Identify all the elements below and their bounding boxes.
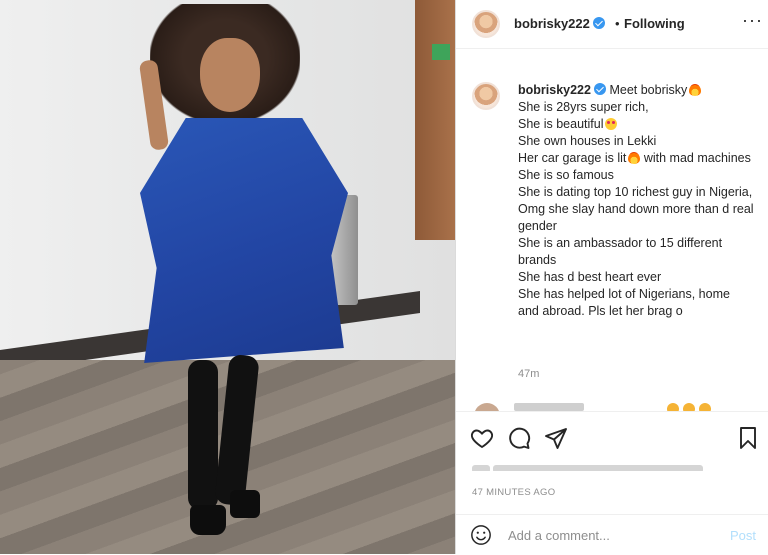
photo-exit-sign bbox=[432, 44, 450, 60]
emoji-icon bbox=[683, 403, 695, 411]
liker-avatar-placeholder bbox=[472, 464, 490, 471]
caption-line-10: She is an ambassador to 15 different bra… bbox=[518, 236, 723, 267]
fire-emoji-icon bbox=[689, 84, 702, 96]
caption-line-5: Her car garage is lit bbox=[518, 151, 627, 165]
header-username[interactable]: bobrisky222 bbox=[514, 16, 605, 31]
caption-line-9: Omg she slay hand down more than d real … bbox=[518, 202, 754, 233]
action-bar bbox=[456, 411, 768, 462]
verified-badge-icon bbox=[593, 83, 606, 95]
verified-badge-icon bbox=[592, 17, 605, 29]
caption-line-1: Meet bobrisky bbox=[609, 83, 688, 97]
caption-line-6: with mad machines bbox=[643, 151, 751, 165]
comment-input[interactable]: Add a comment... bbox=[508, 528, 610, 543]
photo-door bbox=[415, 0, 455, 240]
header-separator: • bbox=[615, 16, 620, 31]
bookmark-icon[interactable] bbox=[736, 426, 760, 450]
photo-blue-dress bbox=[140, 118, 348, 363]
caption-line-12: She has helped lot of Nigerians, home an… bbox=[518, 287, 730, 318]
caption-timestamp[interactable]: 47m bbox=[518, 368, 539, 380]
fire-emoji-icon bbox=[628, 152, 641, 164]
likes-text-placeholder bbox=[493, 464, 704, 471]
caption-avatar[interactable] bbox=[472, 82, 500, 110]
add-comment-bar: Add a comment... Post bbox=[456, 514, 768, 555]
caption-line-2: She is 28yrs super rich, bbox=[518, 100, 649, 114]
comment-avatar bbox=[474, 403, 500, 411]
photo-shoe-right bbox=[230, 490, 260, 518]
caption-line-3: She is beautiful bbox=[518, 117, 604, 131]
post-button[interactable]: Post bbox=[730, 528, 756, 543]
avatar[interactable] bbox=[472, 10, 500, 38]
post-time-ago[interactable]: 47 MINUTES AGO bbox=[472, 487, 555, 498]
post-side-panel: bobrisky222 • Following ··· bobrisky222 … bbox=[455, 0, 768, 554]
photo-face bbox=[200, 38, 260, 112]
caption-line-8: She is dating top 10 richest guy in Nige… bbox=[518, 185, 753, 199]
caption-line-11: She has d best heart ever bbox=[518, 270, 662, 284]
following-button[interactable]: Following bbox=[624, 16, 685, 31]
comment-username-placeholder bbox=[514, 403, 584, 411]
caption-line-4: She own houses in Lekki bbox=[518, 134, 657, 148]
likes-summary[interactable] bbox=[472, 461, 712, 471]
caption-area: bobrisky222 Meet bobrisky She is 28yrs s… bbox=[456, 48, 768, 403]
heart-icon[interactable] bbox=[470, 426, 494, 450]
comment-preview bbox=[472, 403, 762, 411]
photo-leg-left bbox=[188, 360, 218, 510]
more-options-icon[interactable]: ··· bbox=[742, 10, 763, 31]
post-header: bobrisky222 • Following ··· bbox=[456, 0, 768, 49]
caption-username[interactable]: bobrisky222 bbox=[518, 83, 591, 97]
emoji-icon bbox=[699, 403, 711, 411]
comment-icon[interactable] bbox=[507, 426, 531, 450]
photo-shoe-left bbox=[190, 505, 226, 535]
post-photo[interactable] bbox=[0, 0, 455, 554]
share-icon[interactable] bbox=[544, 426, 568, 450]
heart-eyes-emoji-icon bbox=[605, 118, 618, 130]
caption-text: bobrisky222 Meet bobrisky She is 28yrs s… bbox=[518, 82, 754, 320]
header-username-text[interactable]: bobrisky222 bbox=[514, 16, 590, 31]
caption-line-7: She is so famous bbox=[518, 168, 614, 182]
emoji-icon bbox=[667, 403, 679, 411]
instagram-post: bobrisky222 • Following ··· bobrisky222 … bbox=[0, 0, 768, 554]
smiley-icon[interactable] bbox=[470, 524, 492, 546]
